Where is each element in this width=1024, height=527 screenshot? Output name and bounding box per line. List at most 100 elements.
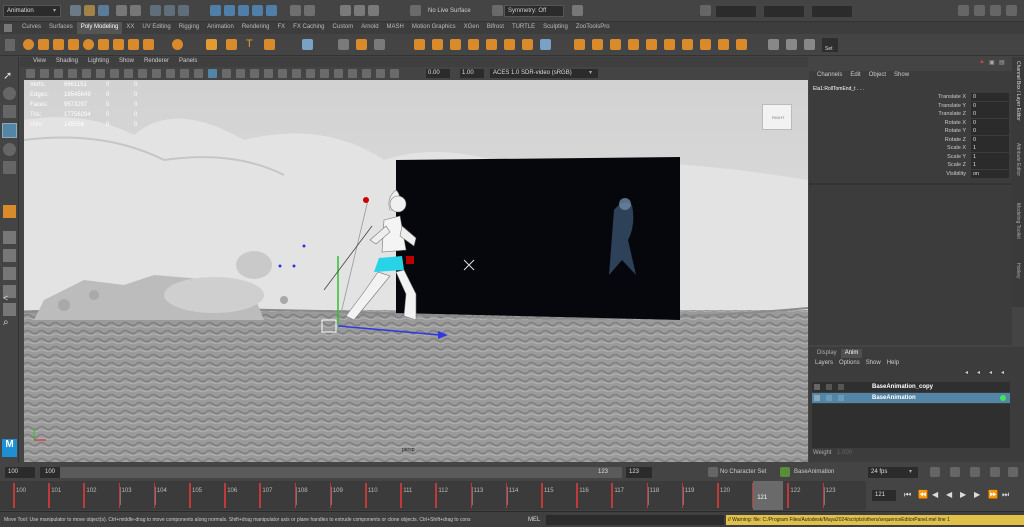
render-settings-icon[interactable] [368,5,379,16]
tab-anim[interactable]: Anim [840,349,863,358]
layer-lock-icon[interactable] [838,395,844,401]
motion-blur-icon[interactable] [292,69,301,78]
safe-action-icon[interactable] [166,69,175,78]
fps-dropdown[interactable]: 24 fps ▾ [868,467,918,478]
poly-disc-icon[interactable] [113,39,124,50]
layout-four-icon[interactable] [3,249,16,262]
channel-menu-show[interactable]: Show [890,71,913,81]
channel-row[interactable]: Scale Y 1 [809,152,1012,162]
layer-menu-options[interactable]: Options [836,359,863,368]
step-back-icon[interactable]: ◀ [932,490,938,499]
live-surface-icon[interactable] [410,5,421,16]
loop-icon[interactable] [930,467,940,477]
y-field[interactable] [764,6,804,17]
shelf-menu-icon[interactable] [5,39,15,51]
viewcube-face[interactable]: RIGHT [762,104,792,130]
channel-row[interactable]: Rotate Y 0 [809,127,1012,136]
construction-history-icon[interactable] [304,5,315,16]
range-start-field[interactable]: 100 [5,467,35,478]
layer-row[interactable]: BaseAnimation_copy [812,382,1010,392]
gamma-field[interactable]: 1.00 [460,69,484,78]
tab-curves[interactable]: Curves [18,22,45,34]
channel-row[interactable]: Rotate X 0 [809,118,1012,128]
anim-layer-icon[interactable] [780,467,790,477]
pencil-icon[interactable] [768,39,779,50]
input-output-icon[interactable] [290,5,301,16]
channel-attr-field[interactable]: 0 [971,118,1009,127]
uv-layout-icon[interactable] [592,39,603,50]
depth-of-field-icon[interactable] [320,69,329,78]
tab-surfaces[interactable]: Surfaces [45,22,77,34]
open-scene-icon[interactable] [84,5,95,16]
smooth-shade-icon[interactable] [208,69,217,78]
poly-torus-icon[interactable] [83,39,94,50]
shadows-icon[interactable] [264,69,273,78]
vertex-icon[interactable] [356,39,367,50]
channel-menu-channels[interactable]: Channels [813,71,846,81]
sweep-mesh-icon[interactable] [172,39,183,50]
tab-xgen[interactable]: XGen [460,22,483,34]
range-inner-start-field[interactable]: 100 [40,467,60,478]
undo-icon[interactable] [116,5,127,16]
pen-icon[interactable] [786,39,797,50]
viewport-menu-panels[interactable]: Panels [174,57,202,67]
rotate-tool-icon[interactable] [3,143,16,156]
uv-editor-icon[interactable] [574,39,585,50]
add-layer-icon[interactable]: ◂ [1001,369,1004,376]
target-weld-icon[interactable] [522,39,533,50]
poly-cone-icon[interactable] [68,39,79,50]
side-tab-channel-box[interactable]: Channel Box / Layer Editor [1013,61,1023,125]
tab-motion-graphics[interactable]: Motion Graphics [408,22,460,34]
tab-fx[interactable]: FX [274,22,290,34]
audio-icon[interactable] [950,467,960,477]
lattice-icon[interactable] [374,39,385,50]
super-shape-icon[interactable] [143,39,154,50]
edge-loop-icon[interactable] [540,39,551,50]
layer-mute-icon[interactable] [814,395,820,401]
uv-normal-icon[interactable] [700,39,711,50]
field-chart-icon[interactable] [152,69,161,78]
xform-field-icon[interactable] [700,5,711,16]
viewport-menu-lighting[interactable]: Lighting [83,57,114,67]
channel-settings-icon[interactable]: ▣ [989,59,995,66]
select-hierarchy-icon[interactable] [150,5,161,16]
layer-solo-icon[interactable] [826,395,832,401]
bridge-icon[interactable] [432,39,443,50]
camera-icon[interactable] [572,5,583,16]
xray-joints-icon[interactable] [362,69,371,78]
lights-icon[interactable] [250,69,259,78]
search-icon[interactable]: ⌕ [3,317,16,330]
ipr-render-icon[interactable] [354,5,365,16]
safe-title-icon[interactable] [180,69,189,78]
poly-plane-icon[interactable] [98,39,109,50]
layer-menu-show[interactable]: Show [863,359,884,368]
snap-point-icon[interactable] [238,5,249,16]
render-frame-icon[interactable] [340,5,351,16]
current-frame-field[interactable]: 121 [872,490,896,501]
isolate-icon[interactable] [334,69,343,78]
smooth-icon[interactable] [338,39,349,50]
channel-row[interactable]: Visibility on [809,169,1012,179]
layer-menu-help[interactable]: Help [884,359,902,368]
viewcube[interactable]: RIGHT [762,100,794,130]
brush-icon[interactable] [804,39,815,50]
combine-icon[interactable] [226,39,237,50]
cloud-icon[interactable] [958,5,969,16]
layout-single-icon[interactable] [3,231,16,244]
weight-value[interactable]: 1.000 [837,450,852,456]
extrude-icon[interactable] [414,39,425,50]
uv-transfer-icon[interactable] [718,39,729,50]
poly-cube-icon[interactable] [38,39,49,50]
exposure-field[interactable]: 0.00 [426,69,450,78]
channel-row[interactable]: Translate Y 0 [809,101,1012,111]
live-surface-label[interactable]: No Live Surface [428,8,471,14]
channel-row[interactable]: Scale Z 1 [809,161,1012,170]
viewport-menu-renderer[interactable]: Renderer [139,57,174,67]
channel-object-name[interactable]: Ela1:RollTomEnd_t . . . [813,86,864,92]
mel-logo-icon[interactable]: M [2,439,17,457]
tab-turtle[interactable]: TURTLE [508,22,539,34]
uv-camera-icon[interactable] [736,39,747,50]
layer-lock-icon[interactable] [838,384,844,390]
channel-row[interactable]: Translate X 0 [809,93,1012,102]
channel-attr-field[interactable]: 0 [971,101,1009,110]
